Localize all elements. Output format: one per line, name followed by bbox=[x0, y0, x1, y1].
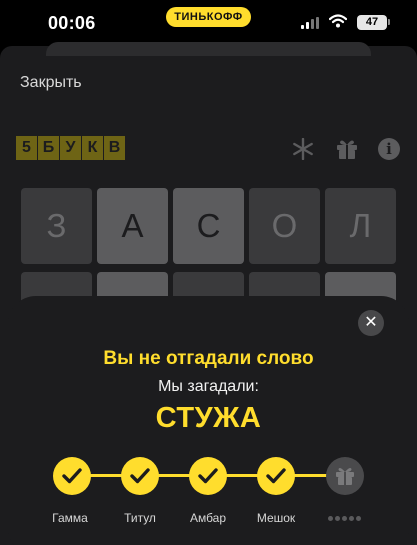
check-icon bbox=[198, 468, 218, 484]
check-icon bbox=[266, 468, 286, 484]
battery-tip bbox=[388, 19, 390, 25]
logo-letter: Б bbox=[38, 136, 59, 160]
board-tile: О bbox=[249, 188, 320, 264]
game-logo: 5 Б У К В bbox=[16, 136, 125, 160]
answer-word: СТУЖА bbox=[155, 402, 262, 434]
snowflake-icon[interactable] bbox=[292, 138, 314, 160]
board-tile: З bbox=[21, 188, 92, 264]
check-icon bbox=[62, 468, 82, 484]
logo-letter: У bbox=[60, 136, 81, 160]
check-icon bbox=[130, 468, 150, 484]
modal-subtitle: Мы загадали: bbox=[158, 378, 259, 395]
clock: 00:06 bbox=[48, 13, 96, 33]
info-icon[interactable]: i bbox=[378, 138, 400, 160]
board-tile: Л bbox=[325, 188, 396, 264]
gift-icon bbox=[336, 468, 354, 485]
logo-letter: К bbox=[82, 136, 103, 160]
hidden-word-placeholder bbox=[328, 516, 361, 521]
progress-step-done bbox=[257, 457, 295, 495]
logo-letter: В bbox=[104, 136, 125, 160]
step-label: Мешок bbox=[256, 511, 296, 525]
close-link[interactable]: Закрыть bbox=[20, 74, 82, 92]
modal-close-button[interactable]: ✕ bbox=[358, 310, 384, 336]
sheet-top-strip bbox=[46, 42, 371, 56]
brand-pill[interactable]: ТИНЬКОФФ bbox=[166, 7, 251, 27]
logo-letter: 5 bbox=[16, 136, 37, 160]
progress-step-done bbox=[121, 457, 159, 495]
board-tile: А bbox=[97, 188, 168, 264]
battery-icon: 47 bbox=[357, 15, 387, 30]
progress-step-done bbox=[53, 457, 91, 495]
modal-title: Вы не отгадали слово bbox=[103, 348, 314, 369]
gift-icon[interactable] bbox=[336, 138, 358, 160]
status-bar: 00:06 ТИНЬКОФФ 47 bbox=[0, 0, 417, 48]
progress-step-locked bbox=[326, 457, 364, 495]
progress-step-done bbox=[189, 457, 227, 495]
board-tile: С bbox=[173, 188, 244, 264]
step-label: Гамма bbox=[52, 511, 88, 525]
signal-icon bbox=[301, 17, 319, 29]
wifi-icon bbox=[329, 14, 347, 28]
